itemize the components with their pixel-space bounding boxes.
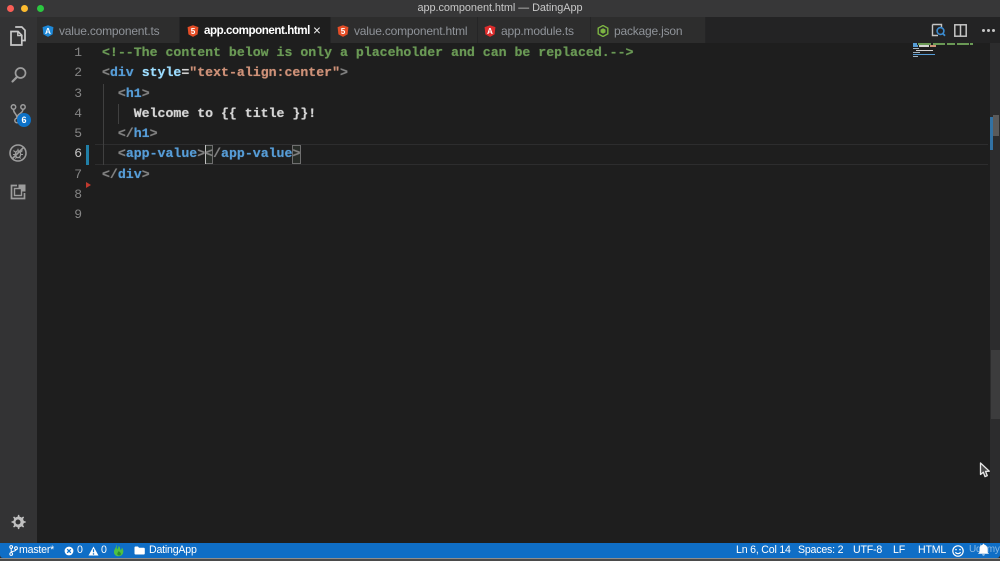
svg-text:A: A — [45, 27, 51, 36]
svg-text:5: 5 — [191, 27, 196, 36]
svg-text:A: A — [487, 27, 493, 36]
svg-text:5: 5 — [341, 27, 346, 36]
